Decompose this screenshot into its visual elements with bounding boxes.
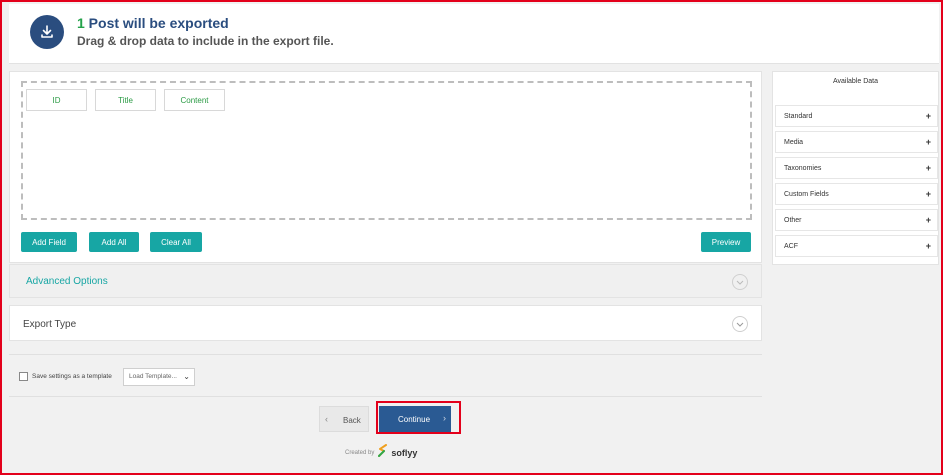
plus-icon: + [925, 215, 931, 225]
field-builder-panel: ID Title Content Add Field Add All Clear… [9, 71, 762, 263]
created-by-text: Created by [345, 450, 375, 456]
field-chip-title[interactable]: Title [95, 89, 156, 111]
sidebar-item-label: Taxonomies [784, 165, 822, 172]
chevron-left-icon: ‹ [325, 414, 328, 424]
credit: Created by soflyy [345, 444, 417, 462]
save-template-label: Save settings as a template [32, 373, 112, 380]
plus-icon: + [925, 189, 931, 199]
page-subtitle: Drag & drop data to include in the expor… [77, 34, 334, 48]
chevron-down-icon: ⌄ [183, 372, 190, 381]
plus-icon: + [925, 163, 931, 173]
sidebar-item-label: Custom Fields [784, 191, 829, 198]
sidebar-item-taxonomies[interactable]: Taxonomies + [775, 157, 938, 179]
download-icon [30, 15, 64, 49]
plus-icon: + [925, 241, 931, 251]
page-title: 1 Post will be exported [77, 15, 229, 31]
sidebar-item-label: Media [784, 139, 804, 146]
plus-icon: + [925, 137, 931, 147]
field-chip-content[interactable]: Content [164, 89, 225, 111]
post-count: 1 [77, 15, 85, 31]
plus-icon: + [925, 111, 931, 121]
sidebar-item-label: Other [784, 217, 802, 224]
sidebar-item-acf[interactable]: ACF + [775, 235, 938, 257]
add-field-button[interactable]: Add Field [21, 232, 77, 252]
load-template-value: Load Template... [129, 373, 177, 380]
available-data-panel: Available Data Standard + Media + Taxono… [772, 71, 939, 265]
export-header: 1 Post will be exported Drag & drop data… [9, 4, 939, 64]
sidebar-item-custom-fields[interactable]: Custom Fields + [775, 183, 938, 205]
available-data-title: Available Data [832, 78, 878, 85]
export-type-accordion[interactable]: Export Type [9, 305, 762, 341]
sidebar-item-other[interactable]: Other + [775, 209, 938, 231]
advanced-options-accordion[interactable]: Advanced Options [9, 264, 762, 298]
title-text: Post will be exported [84, 15, 229, 31]
sidebar-item-label: Standard [784, 113, 813, 120]
divider [9, 354, 762, 355]
divider [9, 396, 762, 397]
continue-button[interactable]: Continue › [379, 406, 451, 432]
add-all-button[interactable]: Add All [89, 232, 139, 252]
back-label: Back [343, 416, 361, 425]
field-chip-id[interactable]: ID [26, 89, 87, 111]
chevron-down-icon [732, 316, 748, 332]
sidebar-item-label: ACF [784, 243, 798, 250]
back-button[interactable]: ‹ Back [319, 406, 369, 432]
chevron-right-icon: › [443, 413, 446, 423]
clear-all-button[interactable]: Clear All [150, 232, 202, 252]
brand-name[interactable]: soflyy [391, 448, 417, 458]
chevron-down-icon [732, 274, 748, 290]
sidebar-item-media[interactable]: Media + [775, 131, 938, 153]
preview-button[interactable]: Preview [701, 232, 751, 252]
advanced-options-label: Advanced Options [26, 276, 108, 287]
soflyy-logo-icon [378, 444, 388, 462]
drop-zone[interactable]: ID Title Content [21, 81, 752, 220]
load-template-select[interactable]: Load Template... ⌄ [123, 368, 195, 386]
export-type-label: Export Type [23, 319, 77, 330]
continue-label: Continue [398, 415, 431, 424]
save-template-checkbox[interactable] [19, 372, 28, 381]
sidebar-item-standard[interactable]: Standard + [775, 105, 938, 127]
